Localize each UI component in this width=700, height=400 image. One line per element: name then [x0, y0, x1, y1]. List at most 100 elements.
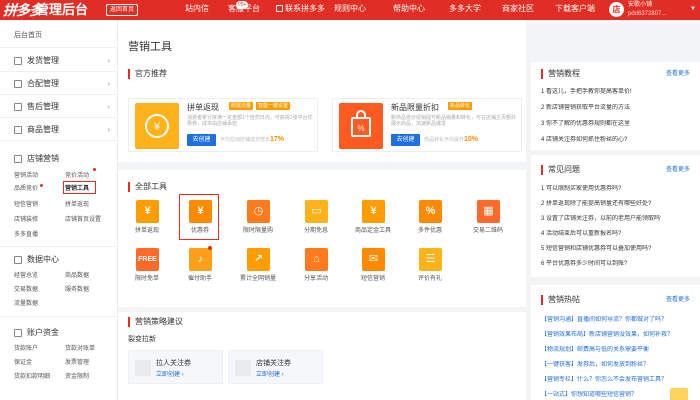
hot-post-item[interactable]: 【营销效果布局】新店铺营销没效果，如何补救？: [541, 331, 691, 339]
nav-contact[interactable]: 联系拼多多: [276, 3, 325, 15]
sidebar-item-data-center[interactable]: 数据中心: [0, 249, 118, 271]
nav-community[interactable]: 商家社区: [502, 3, 534, 15]
nav-download-client[interactable]: 下载客户端: [555, 3, 595, 15]
tool-label: 交易二维码: [472, 228, 503, 234]
sidebar-item-aftersales[interactable]: 售后管理 ›: [0, 96, 118, 118]
divider: [0, 246, 118, 247]
shop-id: pdd6372807...: [628, 11, 667, 17]
tool-total-sales[interactable]: ↗ 累计全网销量: [238, 248, 278, 290]
tutorial-item[interactable]: 4 店铺关注券如何抓住粉丝的心?: [541, 136, 661, 144]
hot-post-item[interactable]: 【物流规划】邮费高与低的关系需要平衡: [541, 346, 691, 354]
sidebar-sub-shop-homepage[interactable]: 店铺首页设置: [65, 216, 101, 224]
tutorial-item[interactable]: 1 看这儿，手把手教你提高客单价!: [541, 88, 661, 96]
faq-item[interactable]: 3 设置了店铺关注券，以前的老用户能领取吗?: [541, 215, 661, 223]
sidebar-sub-invoice[interactable]: 发票管理: [65, 359, 89, 367]
sidebar-sub-live[interactable]: 多多直播: [14, 231, 38, 239]
promo-new-discount[interactable]: % 新品限量折扣 新品转化 新商品低价促销提升新品销量和转化，可在店铺主页额外展…: [332, 98, 522, 152]
hot-posts-title: 营销热帖: [541, 295, 580, 305]
tool-label: 分享活动: [303, 276, 328, 282]
create-discount-button[interactable]: 去创建: [391, 134, 420, 146]
faq-item[interactable]: 4 活动结束后可以重新报名吗?: [541, 230, 661, 238]
tutorial-more-link[interactable]: 查看更多: [666, 70, 690, 78]
official-title: 官方推荐: [128, 69, 167, 79]
tool-sms-marketing[interactable]: ✉ 短信营销: [353, 248, 393, 290]
sidebar-item-shipping[interactable]: 发货管理 ›: [0, 50, 118, 72]
nav-help[interactable]: 帮助中心: [393, 3, 425, 15]
sidebar-sub-deposit[interactable]: 保证金: [14, 359, 32, 367]
tutorial-card: 营销教程 查看更多 1 看这儿，手把手教你提高客单价! 2 新店铺营销获取平台流…: [531, 62, 700, 150]
faq-more-link[interactable]: 查看更多: [666, 166, 690, 174]
sidebar-sub-deductions[interactable]: 货款扣款明细: [14, 373, 50, 381]
faq-item[interactable]: 5 短信营销和店铺优惠券可以叠加使用吗?: [541, 245, 661, 253]
tool-label: 拼单返现: [134, 228, 159, 234]
sidebar-sub-trade-data[interactable]: 交易数据: [14, 286, 38, 294]
promo-cashback[interactable]: ¥ 拼单返现 刚需流量 智能一键设置 消费者累计拼满一定金额1个自然日内，可获得…: [128, 98, 318, 152]
sidebar-item-label: 售后管理: [27, 102, 59, 111]
box-icon: [14, 57, 22, 65]
free-icon: FREE: [136, 248, 159, 271]
sidebar-item-products[interactable]: 商品管理 ›: [0, 119, 118, 141]
sidebar-sub-service-data[interactable]: 服务数据: [65, 286, 89, 294]
tool-review-gift[interactable]: ☰ 评价有礼: [410, 248, 450, 290]
sidebar-sub-shop-decoration[interactable]: 店铺装修: [14, 216, 38, 224]
sidebar-sub-account[interactable]: 货款账户: [14, 345, 38, 353]
nav-messages[interactable]: 站内信: [185, 3, 209, 15]
tool-qrcode[interactable]: ▦ 交易二维码: [468, 200, 508, 242]
promo-note-text: 商品转化平均提升: [424, 137, 465, 143]
tool-limited-time[interactable]: ◷ 限时限量购: [238, 200, 278, 242]
shop-name[interactable]: 安歌小铺: [628, 1, 652, 9]
strategy-subtitle: 裂变拉新: [128, 336, 156, 343]
faq-item[interactable]: 6 平台优惠券多少时间可以到账?: [541, 260, 661, 268]
nav-customer-service[interactable]: 客服平台: [228, 3, 260, 15]
sidebar-item-marketing[interactable]: 店铺营销: [0, 148, 118, 170]
strategy-shop-follow-coupon[interactable]: 店铺关注券 立即创建 ›: [228, 350, 323, 384]
coupon-icon: [235, 360, 251, 376]
sidebar-home[interactable]: 后台首页: [14, 32, 42, 40]
tutorial-item[interactable]: 2 新店铺营销获取平台流量的方法: [541, 104, 661, 112]
sidebar-sub-marketing-activity[interactable]: 营销活动: [14, 172, 38, 180]
sidebar-sub-traffic-data[interactable]: 流量数据: [14, 300, 38, 308]
sidebar-sub-bidding[interactable]: 竞价活动: [65, 172, 89, 180]
sidebar-sub-product-data[interactable]: 商品数据: [65, 272, 89, 280]
create-now-link[interactable]: 立即创建 ›: [156, 369, 184, 378]
hot-post-item[interactable]: 【一键获客】发券后，如何发放到粉丝？: [541, 361, 691, 369]
tool-installment[interactable]: ▭ 分期免息: [296, 200, 336, 242]
nav-rules[interactable]: 规则中心: [334, 3, 366, 15]
hot-more-link[interactable]: 查看更多: [666, 296, 690, 304]
hot-post-item[interactable]: 【一站式】你想知道哪些短信营销？: [541, 391, 691, 399]
faq-item[interactable]: 2 拼单返现除了能提高销量还有哪些好处?: [541, 200, 661, 208]
shopping-bag-icon: %: [351, 110, 371, 137]
sidebar-sub-cashback[interactable]: 拼单返现: [65, 201, 89, 209]
promo-tag: 智能一键设置: [256, 102, 291, 110]
tool-label: 商品定金工具: [354, 228, 391, 234]
tool-share-activity[interactable]: ⌂ 分享活动: [296, 248, 336, 290]
strategy-follow-coupon[interactable]: 拉人关注券 立即创建 ›: [128, 350, 223, 384]
back-home-button[interactable]: 返回首页: [106, 4, 139, 16]
assistant-avatar[interactable]: [670, 388, 688, 400]
sidebar-sub-statement[interactable]: 货款对账单: [65, 345, 95, 353]
shop-icon: [14, 155, 22, 163]
nav-university[interactable]: 多多大学: [449, 3, 481, 15]
sidebar-item-account[interactable]: 账户资金: [0, 322, 118, 344]
tool-deposit[interactable]: ¥ 商品定金工具: [353, 200, 393, 242]
tool-cashback[interactable]: ¥ 拼单返现: [127, 200, 167, 242]
new-dot: [40, 184, 43, 187]
tool-free-order[interactable]: FREE 限时免单: [127, 248, 167, 290]
user-menu-caret-icon[interactable]: ▼: [690, 6, 696, 12]
sidebar-sub-overview[interactable]: 经营总览: [14, 272, 38, 280]
tutorial-item[interactable]: 3 你不了解的优惠券规则都在这里: [541, 120, 661, 128]
faq-item[interactable]: 1 可以限制买家使用优惠券吗?: [541, 185, 661, 193]
sidebar-item-cooperation[interactable]: 合配管理 ›: [0, 73, 118, 95]
create-cashback-button[interactable]: 去创建: [187, 134, 216, 146]
tool-payment-reminder[interactable]: ♪ 催付助手: [180, 246, 220, 290]
tool-multi-discount[interactable]: % 多件优惠: [410, 200, 450, 242]
bell-icon: ♪: [189, 248, 212, 271]
sidebar-sub-sms-marketing[interactable]: 短信营销: [14, 201, 38, 209]
sidebar-sub-quality-bidding[interactable]: 品质竞价: [14, 185, 38, 193]
create-now-link[interactable]: 立即创建 ›: [256, 369, 284, 378]
shop-avatar[interactable]: 店: [609, 2, 624, 17]
hot-post-item[interactable]: 【营销沟通】直播间如何导流？你都做对了吗？: [541, 316, 691, 324]
sidebar-sub-fund-limits[interactable]: 资金限制: [65, 373, 89, 381]
tool-label: 累计全网销量: [239, 276, 276, 282]
hot-post-item[interactable]: 【营销专栏】什么？你怎么不会发布营销工具？: [541, 376, 691, 384]
